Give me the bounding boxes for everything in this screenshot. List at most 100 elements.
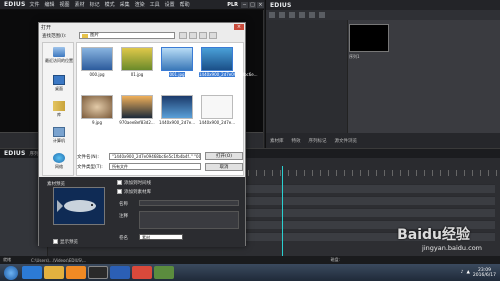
menu-clip[interactable]: 素材: [75, 1, 85, 8]
bin-tool-icon[interactable]: [269, 12, 275, 18]
place-computer[interactable]: 计算机: [43, 127, 75, 144]
dialog-close-button[interactable]: ×: [234, 24, 244, 30]
clock-date: 2016/6/17: [472, 272, 496, 278]
clip-name-input[interactable]: [139, 200, 239, 206]
place-library[interactable]: 库: [43, 101, 75, 118]
tab-bin[interactable]: 素材库: [270, 138, 284, 144]
menu-marker[interactable]: 标记: [90, 1, 100, 8]
sequence-thumbnail[interactable]: [349, 24, 389, 52]
filename-input[interactable]: "1440x900_2d7e09468bc6e5c1fb4b4f.." "001…: [109, 153, 201, 160]
file-item[interactable]: 1440x900_2d7e...: [159, 95, 195, 125]
menu-help[interactable]: 帮助: [180, 1, 190, 8]
computer-icon: [53, 127, 65, 137]
edius-icon[interactable]: [88, 266, 108, 279]
file-item[interactable]: 1440x900_2d7e...: [199, 95, 235, 125]
misc-icon[interactable]: [154, 266, 174, 279]
file-item[interactable]: 01.jpg: [119, 47, 155, 77]
place-label: 桌面: [55, 86, 63, 91]
file-item-selected[interactable]: 1440x900_2d7e09468bc6e...: [199, 47, 258, 77]
file-item-selected[interactable]: 001.jpg: [159, 47, 195, 77]
filetype-dropdown[interactable]: 所有文件: [109, 163, 201, 170]
chrome-icon[interactable]: [132, 266, 152, 279]
bin-tool-icon[interactable]: [289, 12, 295, 18]
back-icon[interactable]: [179, 32, 187, 39]
sequence-label: 序列1: [349, 54, 360, 59]
track-row[interactable]: [240, 208, 495, 217]
view-menu-icon[interactable]: [209, 32, 217, 39]
bin-tool-icon[interactable]: [319, 12, 325, 18]
menu-tools[interactable]: 工具: [150, 1, 160, 8]
player-mode-label[interactable]: PLR: [227, 2, 241, 8]
cancel-button[interactable]: 取消: [205, 163, 243, 171]
file-item[interactable]: 9.jpg: [79, 95, 115, 125]
place-desktop[interactable]: 桌面: [43, 75, 75, 92]
menu-mode[interactable]: 模式: [105, 1, 115, 8]
menu-view[interactable]: 视图: [60, 1, 70, 8]
timeline-ruler[interactable]: [240, 170, 500, 176]
place-network[interactable]: 网络: [43, 153, 75, 170]
ie-icon[interactable]: [22, 266, 42, 279]
file-thumbnail: [201, 95, 233, 119]
up-folder-icon[interactable]: [189, 32, 197, 39]
close-button[interactable]: ×: [257, 1, 264, 8]
baidu-watermark: Baidu经验: [397, 227, 470, 243]
tab-source-browser[interactable]: 源文件浏览: [335, 138, 358, 144]
network-icon: [53, 153, 65, 163]
word-icon[interactable]: [110, 266, 130, 279]
show-preview-checkbox[interactable]: [53, 239, 58, 244]
media-icon[interactable]: [66, 266, 86, 279]
bin-tool-icon[interactable]: [279, 12, 285, 18]
system-tray: ♪ ▲ 23:09 2016/6/17: [461, 268, 500, 278]
file-name: 970aee8ef83d2...: [119, 120, 155, 125]
look-in-dropdown[interactable]: 图片: [79, 32, 175, 39]
network-tray-icon[interactable]: ▲: [466, 270, 469, 275]
menu-render[interactable]: 渲染: [135, 1, 145, 8]
bin-logo: EDIUS: [270, 1, 292, 9]
tab-sequence-marker[interactable]: 序列标记: [309, 138, 327, 144]
reel-input[interactable]: 素材: [139, 234, 183, 240]
place-label: 计算机: [53, 138, 65, 143]
clock[interactable]: 23:09 2016/6/17: [473, 268, 496, 278]
file-name: 01.jpg: [130, 72, 144, 77]
file-thumbnail: [161, 47, 193, 71]
tab-effects[interactable]: 特效: [292, 138, 301, 144]
bin-tool-icon[interactable]: [309, 12, 315, 18]
show-preview-label: 显示预览: [60, 240, 78, 245]
comment-input[interactable]: [139, 211, 239, 229]
recent-icon: [53, 47, 65, 57]
menu-settings[interactable]: 设置: [165, 1, 175, 8]
add-to-bin-checkbox[interactable]: [117, 189, 122, 194]
open-button[interactable]: 打开(O): [205, 152, 243, 160]
new-folder-icon[interactable]: [199, 32, 207, 39]
place-recent[interactable]: 最近访问的位置: [43, 47, 75, 64]
file-thumbnail: [121, 47, 153, 71]
bin-window: EDIUS 序列1 素材库 特效 序列标记 源文件浏览: [265, 0, 500, 148]
volume-icon[interactable]: ♪: [461, 270, 464, 275]
track-row[interactable]: [240, 196, 495, 205]
place-label: 最近访问的位置: [45, 58, 73, 63]
explorer-icon[interactable]: [44, 266, 64, 279]
minimize-button[interactable]: −: [241, 1, 248, 8]
track-row[interactable]: [240, 184, 495, 193]
file-item[interactable]: 000.jpg: [79, 47, 115, 77]
bin-toolbar: [266, 10, 500, 20]
bin-folder-tree[interactable]: [266, 20, 348, 133]
filename-label: 文件名(N):: [77, 155, 99, 160]
start-button[interactable]: [4, 265, 18, 280]
menu-capture[interactable]: 采集: [120, 1, 130, 8]
menu-file[interactable]: 文件: [30, 1, 40, 8]
look-in-label: 查找范围(I):: [42, 34, 67, 39]
menu-edit[interactable]: 编辑: [45, 1, 55, 8]
maximize-button[interactable]: □: [249, 1, 256, 8]
bin-tool-icon[interactable]: [299, 12, 305, 18]
file-thumbnail: [161, 95, 193, 119]
timeline-playhead[interactable]: [282, 166, 283, 256]
baidu-url: jingyan.baidu.com: [422, 244, 482, 252]
status-right: 磁盘:: [330, 257, 340, 262]
desktop-icon: [53, 75, 65, 85]
comment-label: 注释: [119, 214, 128, 219]
file-item[interactable]: 970aee8ef83d2...: [119, 95, 155, 125]
timeline-logo: EDIUS: [4, 150, 26, 157]
add-to-timeline-checkbox[interactable]: [117, 180, 122, 185]
filetype-label: 文件类型(T):: [77, 165, 103, 170]
